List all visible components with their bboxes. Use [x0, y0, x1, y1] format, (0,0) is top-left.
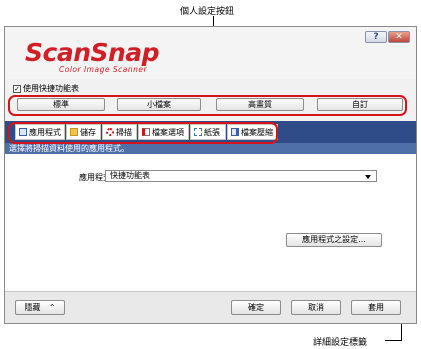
- cancel-button[interactable]: 取消: [291, 300, 341, 315]
- close-button[interactable]: ✕: [388, 31, 410, 43]
- detail-tabs-highlight: [8, 122, 278, 144]
- quick-menu-label: 使用快捷功能表: [23, 84, 79, 93]
- callout-line-tabs-h: [385, 340, 402, 341]
- callout-detail-tabs: 詳細設定標籤: [313, 338, 368, 348]
- ok-button[interactable]: 確定: [231, 300, 281, 315]
- scansnap-logo: ScanSnap: [25, 38, 160, 67]
- application-select-value: 快捷功能表: [110, 171, 150, 180]
- hide-button[interactable]: 隱藏 ⌃: [15, 300, 65, 315]
- callout-profile-buttons: 個人設定按鈕: [180, 7, 235, 17]
- tab-content-panel: 選擇將掃描資料使用的應用程式。 應用程式： 快捷功能表 應用程式之設定...: [5, 143, 416, 291]
- application-select[interactable]: 快捷功能表: [105, 170, 377, 182]
- profile-buttons-highlight: [8, 95, 407, 116]
- instruction-bar: 選擇將掃描資料使用的應用程式。: [5, 143, 416, 154]
- hide-button-label: 隱藏: [24, 303, 41, 312]
- window-controls: ? ✕: [365, 31, 410, 43]
- dropdown-arrow-icon: [365, 175, 371, 179]
- apply-button[interactable]: 套用: [351, 300, 401, 315]
- quick-menu-checkbox[interactable]: ✓: [13, 84, 21, 93]
- scansnap-settings-window: ? ✕ ScanSnap Color Image Scanner ✓ 使用快捷功…: [4, 26, 417, 324]
- header-area: ? ✕ ScanSnap Color Image Scanner: [5, 27, 416, 79]
- application-settings-button[interactable]: 應用程式之設定...: [286, 233, 382, 247]
- collapse-arrow-icon: ⌃: [48, 303, 56, 312]
- help-button[interactable]: ?: [365, 31, 387, 43]
- footer-bar: 隱藏 ⌃ 確定 取消 套用: [5, 291, 416, 323]
- quick-menu-checkbox-row[interactable]: ✓ 使用快捷功能表: [13, 83, 79, 94]
- logo-subtitle: Color Image Scanner: [59, 65, 148, 74]
